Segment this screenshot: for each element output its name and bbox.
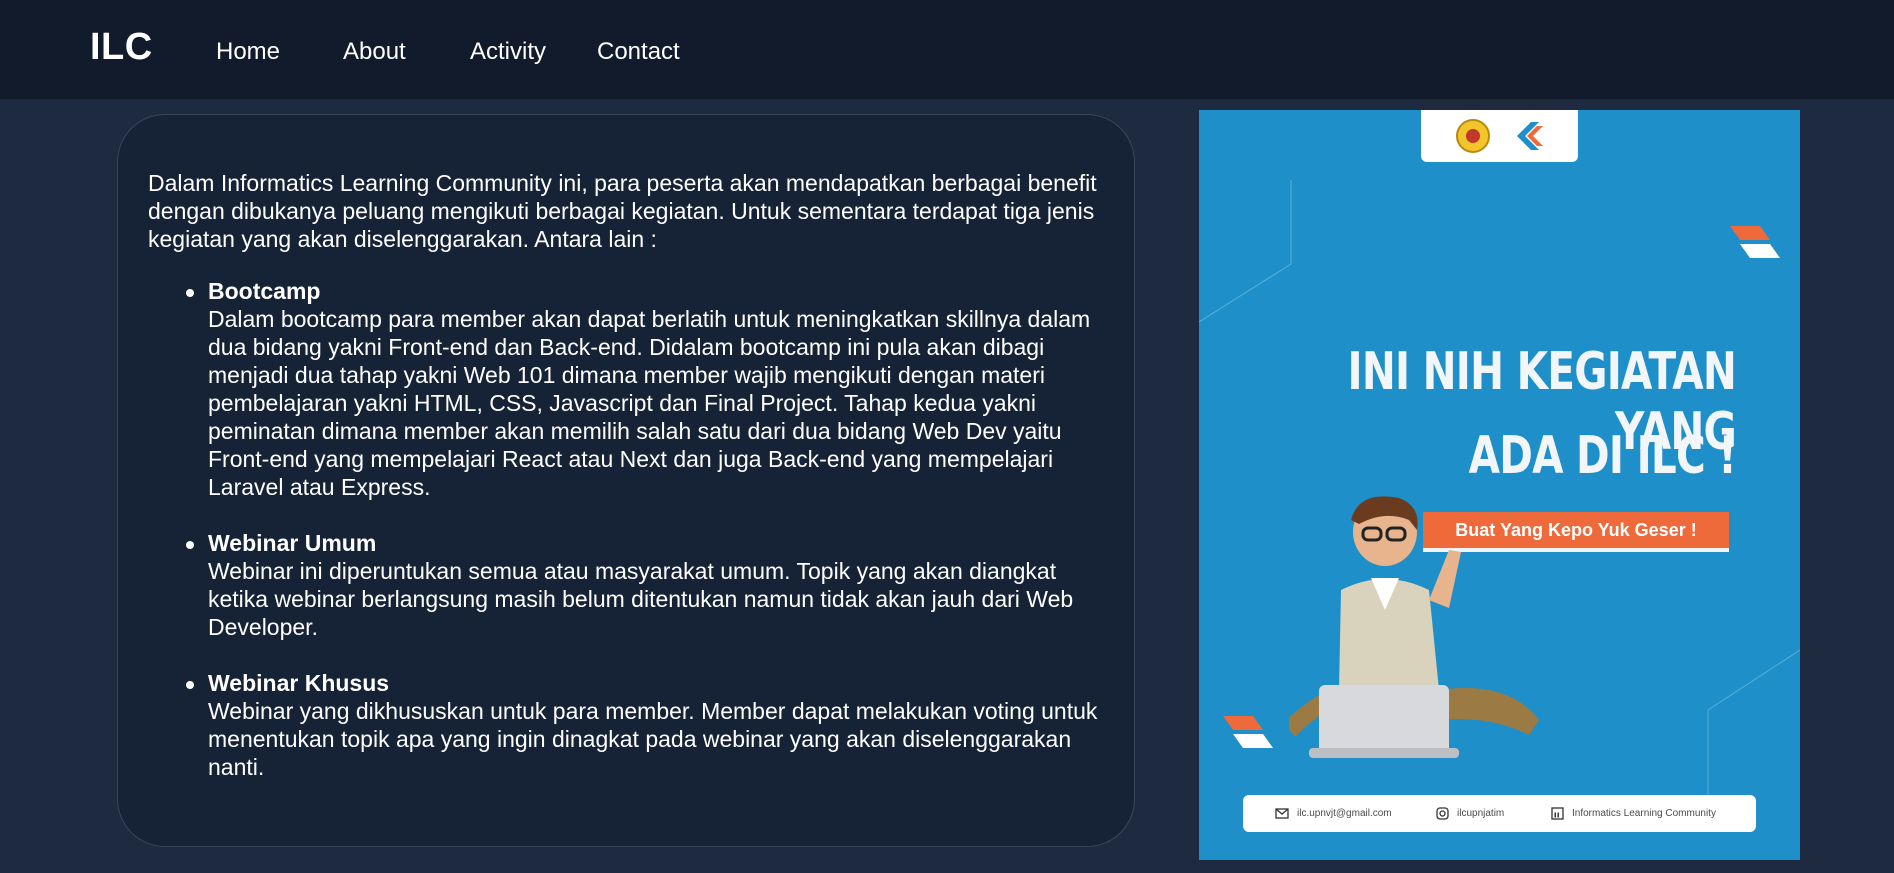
bullet-icon xyxy=(186,681,194,689)
activity-title: Bootcamp xyxy=(208,278,321,304)
brand-logo[interactable]: ILC xyxy=(90,26,153,69)
bullet-icon xyxy=(186,541,194,549)
character-illustration xyxy=(1289,496,1539,758)
activity-item-bootcamp: Bootcamp Dalam bootcamp para member akan… xyxy=(186,277,1108,501)
activity-description: Webinar yang dikhususkan untuk para memb… xyxy=(208,698,1098,780)
nav-link-about[interactable]: About xyxy=(343,38,406,66)
nav-link-home[interactable]: Home xyxy=(216,38,280,66)
instagram-icon xyxy=(1436,807,1449,820)
activity-list: Bootcamp Dalam bootcamp para member akan… xyxy=(186,277,1108,781)
activity-item-webinar-khusus: Webinar Khusus Webinar yang dikhususkan … xyxy=(186,669,1108,781)
activity-description: Dalam bootcamp para member akan dapat be… xyxy=(208,306,1091,500)
university-seal-logo xyxy=(1456,119,1490,153)
poster-footer-instagram: ilcupnjatim xyxy=(1436,807,1504,820)
nav-link-contact[interactable]: Contact xyxy=(597,38,680,66)
activity-title: Webinar Khusus xyxy=(208,670,390,696)
email-text: ilc.upnvjt@gmail.com xyxy=(1297,808,1392,819)
linkedin-icon xyxy=(1551,807,1564,820)
activity-item-webinar-umum: Webinar Umum Webinar ini diperuntukan se… xyxy=(186,529,1108,641)
mail-icon xyxy=(1275,808,1289,819)
nav-link-activity[interactable]: Activity xyxy=(470,38,546,66)
activity-poster: INI NIH KEGIATAN YANG ADA DI ILC ! Buat … xyxy=(1199,110,1800,860)
poster-footer-email: ilc.upnvjt@gmail.com xyxy=(1275,808,1392,819)
bullet-icon xyxy=(186,289,194,297)
poster-footer-linkedin: Informatics Learning Community xyxy=(1551,807,1716,820)
activity-description: Webinar ini diperuntukan semua atau masy… xyxy=(208,558,1074,640)
navbar: ILC Home About Activity Contact xyxy=(0,0,1894,99)
instagram-text: ilcupnjatim xyxy=(1457,808,1505,819)
linkedin-text: Informatics Learning Community xyxy=(1572,808,1716,819)
intro-text: Dalam Informatics Learning Community ini… xyxy=(148,170,1097,252)
poster-headline-line2: ADA DI ILC ! xyxy=(1468,426,1737,486)
poster-logo-tab xyxy=(1421,110,1578,162)
poster-footer-bar: ilc.upnvjt@gmail.com ilcupnjatim Informa… xyxy=(1243,795,1756,832)
activity-title: Webinar Umum xyxy=(208,530,377,556)
ilc-logo xyxy=(1517,122,1543,150)
